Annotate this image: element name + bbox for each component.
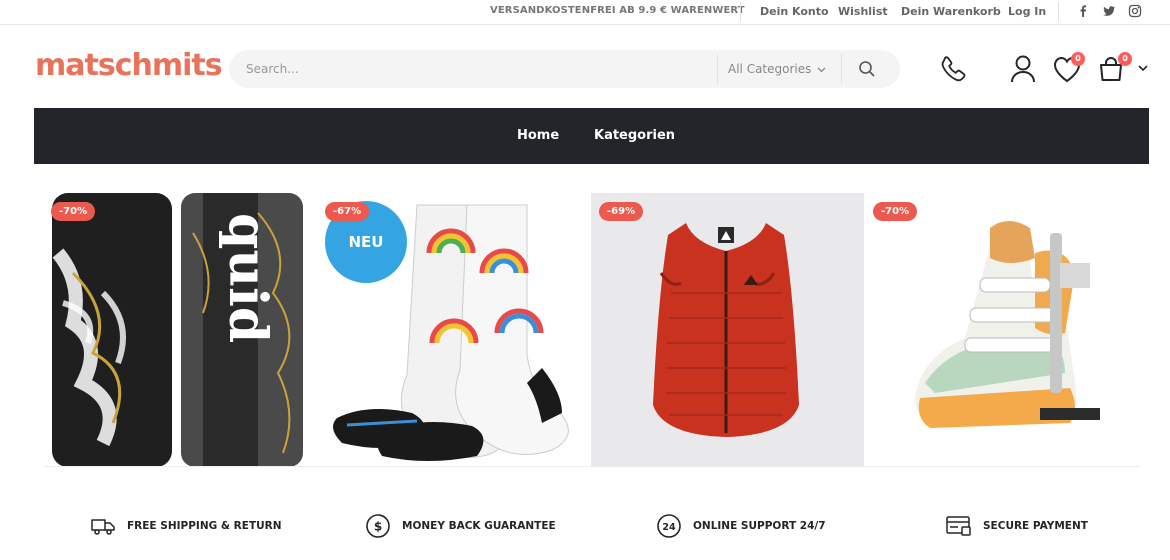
secure-payment-icon [946,516,971,536]
svg-text:24: 24 [662,522,676,533]
vest-image [653,223,799,437]
product-card[interactable]: -70% quid [43,193,316,467]
product-card[interactable]: NEU -67% [317,193,590,467]
top-bar: VERSANDKOSTENFREI AB 9.9 € WARENWERT Dei… [0,0,1170,25]
logo[interactable]: matschmits [35,48,223,83]
dollar-icon: $ [366,514,390,538]
search-input[interactable]: Search... [246,62,299,76]
divider [841,54,842,84]
header: matschmits Search... All Categories 0 0 [0,26,1170,106]
discount-badge: -70% [873,202,918,221]
chevron-down-icon [817,67,826,73]
wakeboard-image: quid [52,193,303,467]
discount-badge: -67% [325,202,370,221]
discount-badge: -70% [51,202,96,221]
twitter-icon[interactable] [1102,4,1116,18]
divider [740,2,741,21]
divider [1058,2,1059,21]
wishlist-count-badge: 0 [1071,52,1085,66]
product-card[interactable]: -70% [865,193,1138,467]
category-select-label: All Categories [728,62,812,76]
svg-text:quid: quid [217,213,278,343]
user-icon[interactable] [1009,54,1037,84]
category-select[interactable]: All Categories [728,62,826,76]
truck-icon [91,519,115,535]
link-cart[interactable]: Dein Warenkorb [901,5,1001,18]
product-card[interactable]: -69% [591,193,864,467]
phone-icon[interactable] [939,54,969,84]
discount-badge: -69% [599,202,644,221]
cart-count-badge: 0 [1118,52,1132,66]
chevron-down-icon[interactable] [1138,65,1148,72]
link-wishlist[interactable]: Wishlist [838,5,888,18]
divider [44,466,1140,467]
support-24-icon: 24 [657,514,681,538]
facebook-icon[interactable] [1076,4,1090,18]
divider [717,54,718,84]
link-account[interactable]: Dein Konto [760,5,829,18]
shipping-notice: VERSANDKOSTENFREI AB 9.9 € WARENWERT [490,5,745,16]
svg-text:$: $ [374,520,382,534]
feature-label: SECURE PAYMENT [983,520,1088,532]
nav-item-home[interactable]: Home [517,128,559,143]
feature-label: MONEY BACK GUARANTEE [402,520,556,532]
binding-image [915,221,1100,428]
nav-item-kategorien[interactable]: Kategorien [594,128,675,143]
feature-label: ONLINE SUPPORT 24/7 [693,520,826,532]
main-navigation: Home Kategorien [34,108,1149,164]
instagram-icon[interactable] [1128,4,1142,18]
search-icon[interactable] [857,59,877,79]
feature-label: FREE SHIPPING & RETURN [127,520,282,532]
link-login[interactable]: Log In [1008,5,1046,18]
search-bar: Search... All Categories [229,50,900,88]
